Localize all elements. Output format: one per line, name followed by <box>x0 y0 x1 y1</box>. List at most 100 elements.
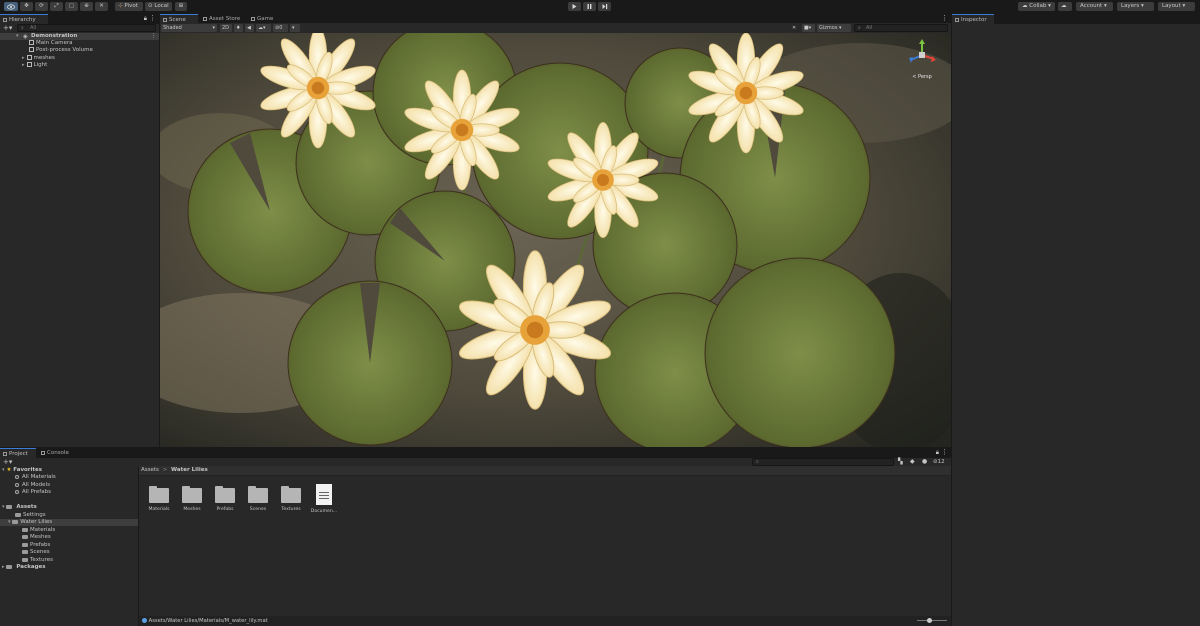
tree-item-settings[interactable]: Settings <box>15 512 46 519</box>
folder-icon <box>6 564 13 569</box>
account-dropdown[interactable]: Account ▾ <box>1076 2 1113 11</box>
star-icon: ★ <box>6 467 12 473</box>
project-status-bar: Assets/Water Lilies/Materials/M_water_li… <box>139 616 951 626</box>
gameobject-icon <box>29 40 34 45</box>
favorites-header[interactable]: ▾ ★ Favorites <box>2 467 42 474</box>
rotate-tool-button[interactable]: ⟳ <box>35 2 48 11</box>
folder-icon <box>281 486 301 503</box>
tree-item-textures[interactable]: Textures <box>22 557 53 564</box>
scene-icon: ◈ <box>23 33 28 40</box>
pivot-toggle[interactable]: ⊹ Pivot <box>115 2 143 11</box>
pause-button[interactable] <box>583 2 596 11</box>
lock-icon[interactable]: 🔒︎ <box>144 15 147 23</box>
axis-gizmo-icon <box>909 39 936 63</box>
custom-tool-button[interactable]: ✕ <box>95 2 108 11</box>
document-icon <box>316 484 332 505</box>
move-tool-button[interactable]: ✥ <box>20 2 33 11</box>
collab-icon: ☁ <box>1022 3 1028 9</box>
play-icon <box>572 4 577 9</box>
label-tag-icon[interactable]: ◆ <box>910 458 915 465</box>
tree-item-prefabs[interactable]: Prefabs <box>22 542 50 549</box>
asset-textures-folder[interactable]: Textures <box>275 486 307 512</box>
breadcrumb-current[interactable]: Water Lilies <box>171 467 208 473</box>
hierarchy-panel: +▾ ⌕ All ▾ ◈ Demonstration ⋮ Main Camera… <box>0 24 159 447</box>
rect-tool-button[interactable]: ▢ <box>65 2 78 11</box>
tree-label: Scenes <box>30 549 50 555</box>
gizmos-dropdown[interactable]: Gizmos ▾ <box>817 24 851 32</box>
create-plus-button[interactable]: +▾ <box>3 458 12 466</box>
cloud-button[interactable]: ☁ <box>1058 2 1072 11</box>
step-button[interactable] <box>598 2 611 11</box>
tab-label: Project <box>9 451 28 457</box>
expand-arrow-icon: ▾ <box>2 504 5 510</box>
asset-scenes-folder[interactable]: Scenes <box>242 486 274 512</box>
lock-icon[interactable]: 🔒︎ <box>936 449 939 457</box>
panel-menu-icon[interactable]: ⋮ <box>941 448 948 456</box>
tree-item-water-lilies[interactable]: ▾ Water Lilies <box>0 519 138 526</box>
local-toggle[interactable]: ⊙ Local <box>145 2 172 11</box>
hidden-objects-toggle[interactable]: ⊘0 <box>273 24 288 32</box>
tools-button[interactable]: ✕ <box>790 24 800 32</box>
layers-dropdown[interactable]: Layers ▾ <box>1117 2 1154 11</box>
collab-dropdown[interactable]: ☁ Collab ▾ <box>1018 2 1055 11</box>
tree-item-materials[interactable]: Materials <box>22 527 55 534</box>
layout-dropdown[interactable]: Layout ▾ <box>1158 2 1195 11</box>
tree-item-scenes[interactable]: Scenes <box>22 549 50 556</box>
tab-inspector[interactable]: Inspector <box>952 14 994 24</box>
tab-console[interactable]: Console <box>38 448 76 458</box>
play-button[interactable] <box>568 2 581 11</box>
2d-toggle[interactable]: 2D <box>220 24 232 32</box>
breadcrumb-root[interactable]: Assets <box>141 467 159 473</box>
perspective-label[interactable]: < Persp <box>905 74 939 80</box>
shading-mode-dropdown[interactable]: Shaded ▾ <box>161 24 217 32</box>
panel-menu-icon[interactable]: ⋮ <box>149 14 156 22</box>
asset-meshes-folder[interactable]: Meshes <box>176 486 208 512</box>
hierarchy-item-demonstration[interactable]: ▾ ◈ Demonstration ⋮ <box>0 33 159 40</box>
favorite-all-models[interactable]: All Models <box>15 482 50 489</box>
filter-type-icon[interactable]: ▚ <box>898 458 903 465</box>
thumbnail-size-slider[interactable] <box>917 618 947 623</box>
hidden-packages-toggle[interactable]: ⊘12 <box>933 458 945 466</box>
audio-toggle[interactable]: ◀ <box>245 24 254 32</box>
star-filter-icon[interactable]: ● <box>922 458 927 465</box>
scene-grid-dropdown[interactable]: ▾ <box>290 24 300 32</box>
tab-hierarchy[interactable]: Hierarchy <box>0 14 48 24</box>
rotate-icon: ⟳ <box>39 3 44 9</box>
hierarchy-item-post-process-volume[interactable]: Post-process Volume <box>29 47 93 54</box>
kebab-menu-icon[interactable]: ⋮ <box>151 33 157 40</box>
scale-tool-button[interactable]: ⤢ <box>50 2 63 11</box>
favorite-all-materials[interactable]: All Materials <box>15 474 56 481</box>
favorite-all-prefabs[interactable]: All Prefabs <box>15 489 51 496</box>
tab-project[interactable]: Project <box>0 448 36 458</box>
hierarchy-item-meshes[interactable]: ▸ meshes <box>22 55 55 62</box>
folder-open-icon <box>12 519 19 524</box>
effects-dropdown[interactable]: ☁▾ <box>256 24 271 32</box>
transform-tool-button[interactable]: ⊕ <box>80 2 93 11</box>
hierarchy-tab-label: Hierarchy <box>9 17 36 23</box>
create-plus-button[interactable]: +▾ <box>3 24 12 32</box>
2d-label: 2D <box>222 25 230 31</box>
hierarchy-item-light[interactable]: ▸ Light <box>22 62 47 69</box>
asset-prefabs-folder[interactable]: Prefabs <box>209 486 241 512</box>
panel-menu-icon[interactable]: ⋮ <box>941 14 948 22</box>
grid-snap-button[interactable]: ⊞ <box>175 2 187 11</box>
camera-dropdown[interactable]: ■▾ <box>802 24 815 32</box>
asset-documentation-file[interactable]: Documen... <box>308 484 340 514</box>
slider-handle[interactable] <box>927 618 932 623</box>
packages-header[interactable]: ▸ Packages <box>2 564 46 571</box>
asset-materials-folder[interactable]: Materials <box>143 486 175 512</box>
scene-viewport[interactable]: < Persp <box>160 33 951 447</box>
orientation-gizmo[interactable]: < Persp <box>905 38 939 80</box>
lighting-toggle[interactable]: ♦ <box>234 24 243 32</box>
project-search-input[interactable]: ⌕ <box>752 458 894 466</box>
scene-search-input[interactable]: ⌕ All <box>854 24 948 32</box>
hierarchy-item-main-camera[interactable]: Main Camera <box>29 40 72 47</box>
pivot-label: Pivot <box>124 3 138 9</box>
tree-item-meshes[interactable]: Meshes <box>22 534 51 541</box>
panel-divider <box>138 467 139 626</box>
hierarchy-search-input[interactable]: ⌕ All <box>17 24 156 32</box>
assets-label: Assets <box>16 504 37 510</box>
inspector-tab-label: Inspector <box>961 17 987 23</box>
assets-header[interactable]: ▾ Assets <box>2 504 37 511</box>
hand-tool-button[interactable] <box>4 2 18 11</box>
